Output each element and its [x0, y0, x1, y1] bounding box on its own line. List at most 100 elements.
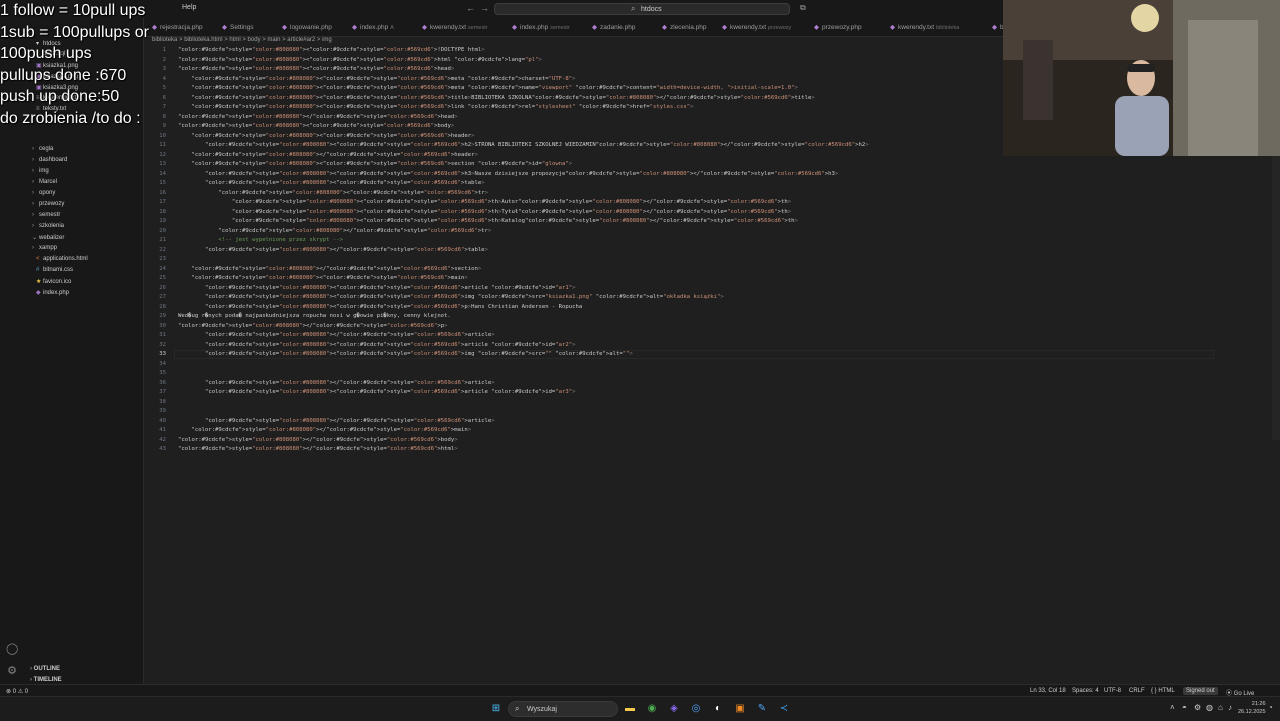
code-line[interactable]: 43 "color:#9cdcfe">style="color:#808080">…	[144, 445, 457, 455]
editor-tab[interactable]: ◆ zadanie.php	[592, 23, 635, 31]
code-line[interactable]: 22 "color:#9cdcfe">style="color:#808080"…	[144, 246, 488, 256]
cursor-position[interactable]: Ln 33, Col 18	[1030, 688, 1066, 694]
code-line[interactable]: 28 "color:#9cdcfe">style="color:#808080"…	[144, 303, 582, 313]
code-line[interactable]: 11 "color:#9cdcfe">style="color:#808080"…	[144, 141, 868, 151]
settings-gear-icon[interactable]: ⚙	[6, 664, 18, 677]
app-icon[interactable]: ✎	[756, 703, 768, 715]
code-line[interactable]: 26 "color:#9cdcfe">style="color:#808080"…	[144, 284, 575, 294]
code-line[interactable]: 24 "color:#9cdcfe">style="color:#808080"…	[144, 265, 481, 275]
code-line[interactable]: 34	[144, 360, 178, 370]
code-line[interactable]: 9 "color:#9cdcfe">style="color:#808080"><…	[144, 122, 455, 132]
code-line[interactable]: 2 "color:#9cdcfe">style="color:#808080"><…	[144, 56, 542, 66]
code-line[interactable]: 10 "color:#9cdcfe">style="color:#808080"…	[144, 132, 474, 142]
explorer-file[interactable]: ◆ index.php	[36, 289, 69, 296]
code-line[interactable]: 12 "color:#9cdcfe">style="color:#808080"…	[144, 151, 478, 161]
timeline-section[interactable]: › TIMELINE	[30, 677, 62, 683]
obs-icon[interactable]: ◐	[712, 703, 724, 715]
problems-indicator[interactable]: ⊗ 0 ⚠ 0	[6, 688, 28, 695]
taskbar-search[interactable]: ⌕ Wyszukaj	[508, 701, 618, 717]
code-line[interactable]: 33 "color:#9cdcfe">style="color:#808080"…	[144, 350, 633, 360]
explorer-folder[interactable]: › szkolenia	[32, 223, 64, 229]
editor-tab[interactable]: ◆ index.php A	[352, 23, 394, 31]
code-line[interactable]: 40 "color:#9cdcfe">style="color:#808080"…	[144, 417, 494, 427]
explorer-folder[interactable]: › Marcel	[32, 179, 57, 185]
signed-out-badge[interactable]: Signed out	[1183, 687, 1218, 695]
windows-start-icon[interactable]: ⊞	[490, 703, 502, 715]
tray-app-icon[interactable]: ⚙	[1194, 703, 1201, 712]
xampp-icon[interactable]: ▣	[734, 703, 746, 715]
volume-icon[interactable]: ♪	[1228, 703, 1232, 712]
code-line[interactable]: 39	[144, 407, 178, 417]
encoding[interactable]: UTF-8	[1104, 688, 1121, 694]
file-explorer-icon[interactable]: ▬	[624, 703, 636, 715]
account-icon[interactable]: ◯	[6, 642, 18, 655]
code-line[interactable]: 27 "color:#9cdcfe">style="color:#808080"…	[144, 293, 724, 303]
code-line[interactable]: 21 <!-- jest wypelnione przez skrypt -->	[144, 236, 343, 246]
vscode-icon[interactable]: ≺	[778, 703, 790, 715]
code-line[interactable]: 14 "color:#9cdcfe">style="color:#808080"…	[144, 170, 838, 180]
code-line[interactable]: 17 "color:#9cdcfe">style="color:#808080"…	[144, 198, 791, 208]
back-arrow-icon[interactable]: ←	[466, 3, 475, 13]
editor-tab[interactable]: ◆ kwerendy.txt biblioteka	[890, 23, 959, 31]
code-line[interactable]: 36 "color:#9cdcfe">style="color:#808080"…	[144, 379, 494, 389]
code-line[interactable]: 42 "color:#9cdcfe">style="color:#808080">…	[144, 436, 457, 446]
editor-tab[interactable]: ◆ index.php semestr	[512, 23, 570, 31]
explorer-file[interactable]: ★ favicon.ico	[36, 278, 71, 285]
tray-app-icon[interactable]: ◓	[1182, 703, 1187, 712]
explorer-file[interactable]: < applications.html	[36, 256, 88, 262]
code-line[interactable]: 15 "color:#9cdcfe">style="color:#808080"…	[144, 179, 484, 189]
editor-tab[interactable]: ◆ logowanie.php	[282, 23, 332, 31]
code-line[interactable]: 5 "color:#9cdcfe">style="color:#808080">…	[144, 84, 798, 94]
code-line[interactable]: 31 "color:#9cdcfe">style="color:#808080"…	[144, 331, 494, 341]
end-of-line[interactable]: CRLF	[1129, 688, 1145, 694]
explorer-folder[interactable]: ⌄ webalizer	[32, 234, 64, 241]
code-line[interactable]: 8 "color:#9cdcfe">style="color:#808080"><…	[144, 113, 458, 123]
copilot-icon[interactable]: ⧉	[800, 3, 806, 13]
explorer-folder[interactable]: › przewozy	[32, 201, 64, 207]
editor-tab[interactable]: ◆ zlecenia.php	[662, 23, 707, 31]
browser-icon[interactable]: ◎	[690, 703, 702, 715]
command-center-search[interactable]: ⌕ htdocs	[494, 3, 790, 15]
discord-icon[interactable]: ◈	[668, 703, 680, 715]
code-line[interactable]: 38	[144, 398, 178, 408]
code-line[interactable]: 4 "color:#9cdcfe">style="color:#808080">…	[144, 75, 576, 85]
explorer-folder[interactable]: › xampp	[32, 245, 57, 251]
menu-help[interactable]: Help	[182, 4, 196, 11]
code-line[interactable]: 41 "color:#9cdcfe">style="color:#808080"…	[144, 426, 471, 436]
editor-tab[interactable]: ◆ kwerendy.txt przewozy	[722, 23, 791, 31]
network-icon[interactable]: ⌂	[1218, 703, 1223, 712]
language-mode[interactable]: { } HTML	[1151, 688, 1175, 694]
editor-tab[interactable]: ◆ przewozy.php	[814, 23, 862, 31]
explorer-folder[interactable]: › semestr	[32, 212, 60, 218]
code-line[interactable]: 6 "color:#9cdcfe">style="color:#808080">…	[144, 94, 815, 104]
editor-tab[interactable]: ◆ kwerendy.txt semestr	[422, 23, 488, 31]
explorer-folder[interactable]: › img	[32, 168, 49, 174]
code-line[interactable]: 19 "color:#9cdcfe">style="color:#808080"…	[144, 217, 798, 227]
indentation[interactable]: Spaces: 4	[1072, 688, 1099, 694]
code-line[interactable]: 13 "color:#9cdcfe">style="color:#808080"…	[144, 160, 572, 170]
tray-app-icon[interactable]: ◍	[1206, 703, 1213, 712]
outline-section[interactable]: › OUTLINE	[30, 666, 60, 672]
code-line[interactable]: 29 Wed�ug r�nych poda� najpaskudniejsza r…	[144, 312, 451, 322]
clock[interactable]: 21:26 26.12.2025	[1238, 700, 1266, 716]
forward-arrow-icon[interactable]: →	[480, 3, 489, 13]
explorer-folder[interactable]: › cegla	[32, 146, 53, 152]
code-line[interactable]: 18 "color:#9cdcfe">style="color:#808080"…	[144, 208, 791, 218]
code-line[interactable]: 25 "color:#9cdcfe">style="color:#808080"…	[144, 274, 467, 284]
code-line[interactable]: 7 "color:#9cdcfe">style="color:#808080">…	[144, 103, 694, 113]
code-line[interactable]: 3 "color:#9cdcfe">style="color:#808080"><…	[144, 65, 455, 75]
code-line[interactable]: 32 "color:#9cdcfe">style="color:#808080"…	[144, 341, 575, 351]
tray-chevron-icon[interactable]: ˄	[1170, 703, 1175, 712]
code-line[interactable]: 23	[144, 255, 178, 265]
code-line[interactable]: 37 "color:#9cdcfe">style="color:#808080"…	[144, 388, 575, 398]
explorer-folder[interactable]: › dashboard	[32, 157, 67, 163]
code-line[interactable]: 16 "color:#9cdcfe">style="color:#808080"…	[144, 189, 488, 199]
code-line[interactable]: 35	[144, 369, 178, 379]
explorer-folder[interactable]: › opony	[32, 190, 55, 196]
explorer-file[interactable]: # bitnami.css	[36, 267, 73, 273]
notification-icon[interactable]: ◔	[1268, 703, 1273, 712]
chrome-icon[interactable]: ◉	[646, 703, 658, 715]
editor-tab[interactable]: ◆ Settings	[222, 23, 254, 31]
code-line[interactable]: 30 "color:#9cdcfe">style="color:#808080">…	[144, 322, 447, 332]
code-line[interactable]: 1 "color:#9cdcfe">style="color:#808080"><…	[144, 46, 485, 56]
